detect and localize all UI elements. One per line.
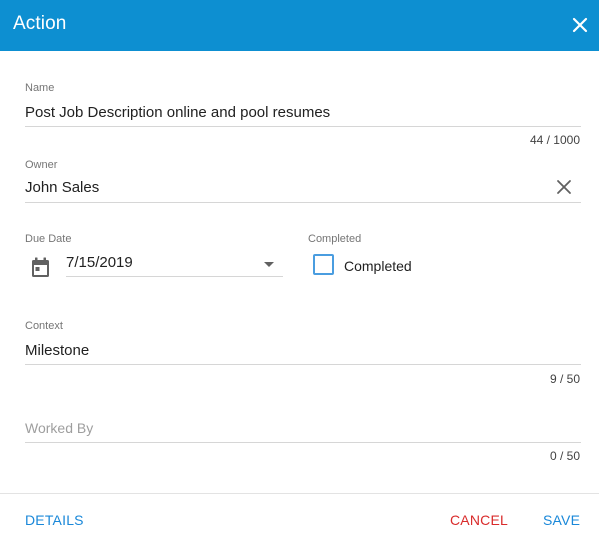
name-underline (25, 126, 581, 127)
completed-checkbox[interactable] (313, 254, 334, 275)
name-char-counter: 44 / 1000 (529, 133, 580, 147)
close-icon (557, 180, 571, 194)
due-date-input[interactable]: 7/15/2019 (66, 254, 133, 271)
close-icon (572, 17, 588, 33)
owner-label: Owner (25, 159, 58, 171)
worked-by-char-counter: 0 / 50 (549, 449, 580, 463)
owner-clear-button[interactable] (556, 179, 572, 195)
owner-underline (25, 202, 581, 203)
due-date-underline (66, 276, 283, 277)
calendar-icon[interactable] (31, 257, 50, 278)
cancel-button[interactable]: CANCEL (450, 512, 508, 528)
context-input[interactable]: Milestone (25, 342, 89, 359)
due-date-label: Due Date (25, 233, 72, 245)
context-label: Context (25, 320, 63, 332)
footer-divider (0, 493, 599, 494)
save-button[interactable]: SAVE (543, 512, 580, 528)
context-underline (25, 364, 581, 365)
chevron-down-icon[interactable] (264, 262, 274, 267)
dialog-header: Action (0, 0, 599, 51)
name-label: Name (25, 82, 55, 94)
details-button[interactable]: DETAILS (25, 512, 84, 528)
completed-checkbox-label[interactable]: Completed (344, 258, 412, 274)
close-button[interactable] (569, 14, 591, 36)
worked-by-underline (25, 442, 581, 443)
worked-by-input[interactable]: Worked By (25, 420, 93, 436)
completed-label: Completed (308, 233, 362, 245)
owner-input[interactable]: John Sales (25, 179, 99, 196)
name-input[interactable]: Post Job Description online and pool res… (25, 104, 330, 121)
context-char-counter: 9 / 50 (549, 372, 580, 386)
dialog-title: Action (13, 13, 67, 34)
